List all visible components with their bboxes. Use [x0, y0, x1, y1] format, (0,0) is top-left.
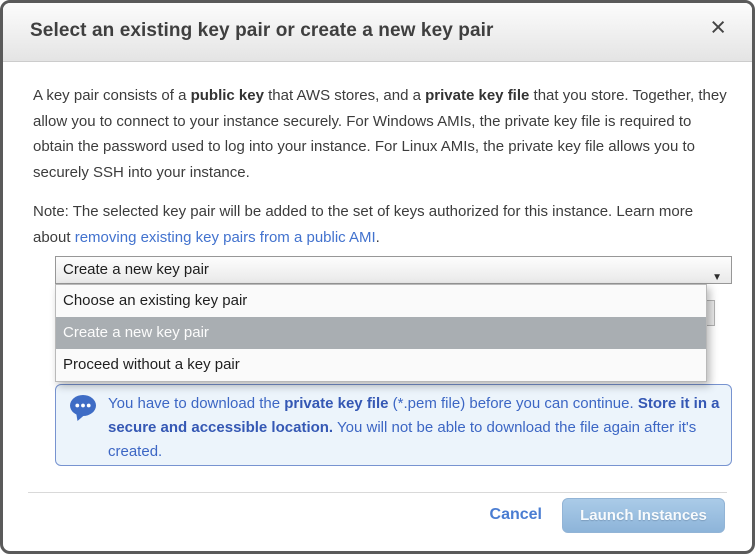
- note-paragraph: Note: The selected key pair will be adde…: [33, 199, 733, 250]
- modal-footer: Cancel Launch Instances: [28, 492, 727, 551]
- modal-title: Select an existing key pair or create a …: [30, 20, 494, 42]
- key-pair-modal: Select an existing key pair or create a …: [0, 0, 755, 554]
- key-pair-description: A key pair consists of a public key that…: [33, 83, 733, 185]
- warning-text-1: You have to download the: [108, 395, 284, 412]
- key-pair-type-dropdown: Choose an existing key pair Create a new…: [55, 284, 707, 382]
- launch-instances-button[interactable]: Launch Instances: [562, 498, 725, 533]
- note-text-2: .: [376, 229, 380, 246]
- download-warning-text: You have to download the private key fil…: [108, 392, 730, 464]
- download-warning-box: You have to download the private key fil…: [55, 384, 732, 466]
- warning-text-2: (*.pem file) before you can continue.: [389, 395, 638, 412]
- close-icon[interactable]: ×: [710, 14, 726, 41]
- key-pair-type-select[interactable]: Create a new key pair ▼: [55, 256, 732, 284]
- modal-header: Select an existing key pair or create a …: [3, 3, 752, 62]
- public-key-bold: public key: [191, 87, 264, 104]
- selected-option-label: Create a new key pair: [63, 261, 209, 278]
- option-proceed-without-key-pair[interactable]: Proceed without a key pair: [56, 349, 706, 381]
- private-key-file-bold: private key file: [425, 87, 529, 104]
- option-create-new-key-pair[interactable]: Create a new key pair: [56, 317, 706, 349]
- intro-text-1: A key pair consists of a: [33, 87, 191, 104]
- speech-bubble-icon: [69, 394, 97, 427]
- intro-text-2: that AWS stores, and a: [264, 87, 425, 104]
- option-choose-existing-key-pair[interactable]: Choose an existing key pair: [56, 285, 706, 317]
- removing-key-pairs-link[interactable]: removing existing key pairs from a publi…: [75, 229, 376, 246]
- private-key-file-warning-bold: private key file: [284, 395, 388, 412]
- cancel-button[interactable]: Cancel: [490, 506, 542, 524]
- dropdown-arrow-icon: ▼: [712, 265, 722, 291]
